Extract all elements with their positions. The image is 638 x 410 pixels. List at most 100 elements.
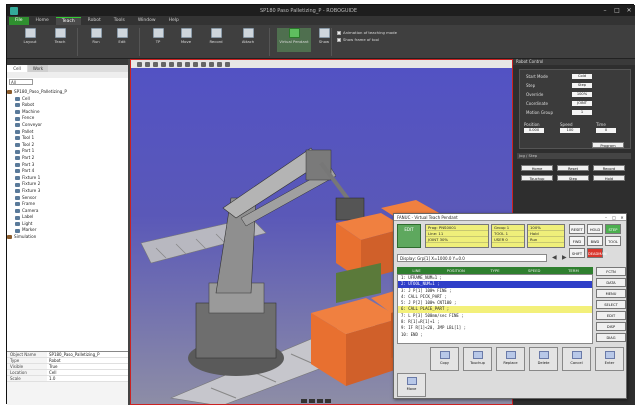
tab-tools[interactable]: Tools — [108, 17, 131, 25]
tab-window[interactable]: Window — [132, 17, 162, 25]
softkey[interactable]: Enter — [595, 347, 624, 371]
control-field-value[interactable]: Cold — [572, 74, 592, 79]
tree-item[interactable]: Part 2 — [7, 155, 128, 162]
edit-button[interactable]: Edit — [107, 28, 137, 52]
pendant-side-button[interactable]: FCTN — [596, 267, 626, 276]
pendant-key[interactable]: TOOL — [605, 236, 621, 246]
tree-item[interactable]: Marker — [7, 227, 128, 234]
iso-view-icon[interactable] — [201, 61, 206, 67]
select-tool-icon[interactable] — [137, 61, 142, 67]
tab-help[interactable]: Help — [163, 17, 185, 25]
softkey[interactable]: Touchup — [463, 347, 492, 371]
tab-home[interactable]: Home — [30, 17, 55, 25]
arrow-left-icon[interactable]: ◀ — [552, 254, 557, 261]
show-frame-checkbox[interactable]: Show frame of tool — [337, 37, 379, 42]
top-view-icon[interactable] — [177, 61, 182, 67]
tab-cell[interactable]: Cell — [7, 65, 27, 72]
control-field-value[interactable]: 1 — [572, 110, 592, 115]
control-field-value[interactable]: JOINT — [572, 101, 592, 106]
pendant-key[interactable]: RESET — [569, 224, 585, 234]
record-button[interactable]: Record — [201, 28, 231, 52]
pendant-side-button[interactable]: DATA — [596, 278, 626, 287]
tcp-field-value[interactable]: 0 — [596, 128, 616, 133]
minimize-icon[interactable]: – — [599, 6, 611, 15]
tree-item[interactable]: Tool 1 — [7, 135, 128, 142]
tree-item[interactable]: Fixture 3 — [7, 188, 128, 195]
teach-button[interactable]: Teach — [45, 28, 75, 52]
tab-work[interactable]: Work — [28, 65, 48, 72]
maximize-icon[interactable]: □ — [611, 6, 623, 15]
pendant-key[interactable]: DEADMAN — [587, 248, 607, 258]
move-button[interactable]: Move — [171, 28, 201, 52]
move-tool-icon[interactable] — [145, 61, 150, 67]
attach-button[interactable]: Attach — [233, 28, 263, 52]
pendant-minimize-icon[interactable]: – — [602, 214, 610, 220]
tree-item[interactable]: Fixture 1 — [7, 175, 128, 182]
tree-item[interactable]: Frame — [7, 201, 128, 208]
pendant-key[interactable]: HOLD — [587, 224, 603, 234]
fit-view-icon[interactable] — [169, 61, 174, 67]
tree-item[interactable]: Cell — [7, 96, 128, 103]
control-field-value[interactable]: Step — [572, 83, 592, 88]
pendant-maximize-icon[interactable]: □ — [610, 214, 618, 220]
filter-select[interactable]: All — [9, 79, 33, 85]
animation-checkbox[interactable]: Animation of teaching mode — [337, 30, 397, 35]
program-line[interactable]: 10: END ; — [398, 332, 592, 338]
tree-item[interactable]: Light — [7, 221, 128, 228]
side-view-icon[interactable] — [193, 61, 198, 67]
property-value[interactable]: Robot — [47, 358, 128, 363]
softkey[interactable]: Replace — [496, 347, 525, 371]
pendant-side-button[interactable]: MENU — [596, 289, 626, 298]
tree-item[interactable]: Camera — [7, 208, 128, 215]
pendant-side-button[interactable]: DISP — [596, 322, 626, 331]
pendant-key[interactable]: STEP — [605, 224, 621, 234]
property-value[interactable]: 1.0 — [47, 376, 128, 381]
jog-button[interactable]: Touchup — [521, 175, 553, 181]
softkey[interactable]: Cancel — [562, 347, 591, 371]
property-value[interactable]: SP180_Paso_Palletizing_P — [47, 352, 128, 357]
program-button[interactable]: Program — [592, 142, 624, 148]
pendant-side-button[interactable]: DIAG — [596, 333, 626, 342]
pendant-edit-button[interactable]: EDIT — [397, 224, 421, 248]
layout-button[interactable]: Layout — [15, 28, 45, 52]
softkey[interactable]: Copy — [430, 347, 459, 371]
jog-button[interactable]: Home — [521, 165, 553, 171]
arrow-right-icon[interactable]: ▶ — [562, 254, 567, 261]
softkey[interactable]: Delete — [529, 347, 558, 371]
wireframe-icon[interactable] — [209, 61, 214, 67]
rotate-tool-icon[interactable] — [153, 61, 158, 67]
tcp-field-value[interactable]: 100 — [560, 128, 580, 133]
pendant-close-icon[interactable]: ✕ — [618, 214, 626, 220]
tree-item[interactable]: Tool 2 — [7, 142, 128, 149]
tree-item[interactable]: Label — [7, 214, 128, 221]
jog-button[interactable]: Step — [557, 175, 589, 181]
tree-item[interactable]: Fixture 2 — [7, 181, 128, 188]
tree-item[interactable]: Conveyor — [7, 122, 128, 129]
zoom-tool-icon[interactable] — [161, 61, 166, 67]
pendant-key[interactable]: FWD — [569, 236, 585, 246]
front-view-icon[interactable] — [185, 61, 190, 67]
grid-icon[interactable] — [225, 61, 230, 67]
tab-robot[interactable]: Robot — [82, 17, 107, 25]
show-button[interactable]: Show — [309, 28, 339, 52]
control-field-value[interactable]: 100% — [572, 92, 592, 97]
virtual-pendant-button[interactable]: Virtual Pendant — [277, 28, 311, 52]
property-value[interactable]: True — [47, 364, 128, 369]
pendant-side-button[interactable]: SELECT — [596, 300, 626, 309]
jog-button[interactable]: Hold — [593, 175, 625, 181]
softkey[interactable]: Move — [397, 373, 426, 397]
jog-button[interactable]: Reset — [557, 165, 589, 171]
measure-icon[interactable] — [217, 61, 222, 67]
tree-item[interactable]: Fence — [7, 115, 128, 122]
tree-item[interactable]: Machine — [7, 109, 128, 116]
close-icon[interactable]: ✕ — [623, 6, 635, 15]
tree-root[interactable]: SP180_Paso_Palletizing_P — [7, 89, 128, 96]
tab-teach[interactable]: Teach — [55, 16, 81, 25]
tab-file[interactable]: File — [9, 16, 29, 25]
jog-button[interactable]: Record — [593, 165, 625, 171]
tree-item[interactable]: Robot — [7, 102, 128, 109]
tree-item[interactable]: Sensor — [7, 195, 128, 202]
tree-item-simulation[interactable]: Simulation — [7, 234, 128, 241]
tree-item[interactable]: Part 1 — [7, 148, 128, 155]
tcp-field-value[interactable]: 0.000 — [524, 128, 544, 133]
